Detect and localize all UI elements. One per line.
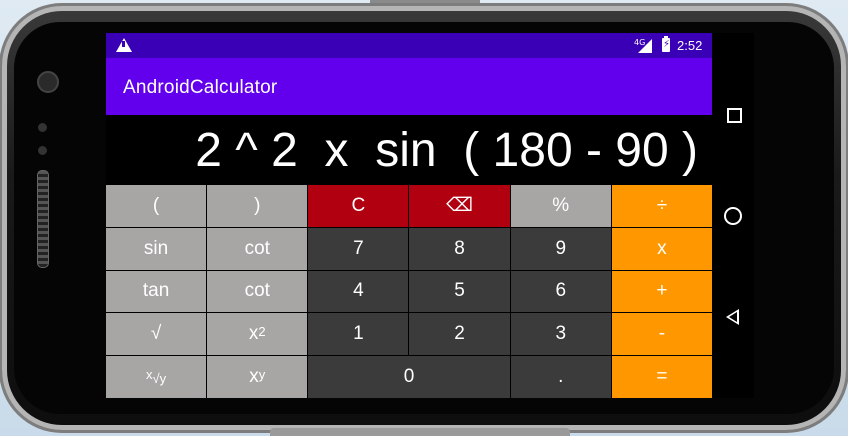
power-key[interactable]: xy bbox=[207, 356, 308, 398]
sqrt-key[interactable]: √ bbox=[106, 313, 207, 356]
multiply-key[interactable]: x bbox=[611, 227, 712, 270]
power-key-exponent: y bbox=[258, 366, 266, 382]
clear-key[interactable]: C bbox=[308, 185, 409, 227]
backspace-key[interactable]: ⌫ bbox=[409, 185, 510, 227]
proximity-sensor bbox=[38, 123, 47, 132]
earpiece-speaker bbox=[37, 170, 49, 268]
device-bottom-edge bbox=[270, 428, 570, 436]
digit-1-key[interactable]: 1 bbox=[308, 313, 409, 356]
decimal-key[interactable]: . bbox=[510, 356, 611, 398]
square-key-base: x bbox=[248, 323, 259, 345]
digit-7-key[interactable]: 7 bbox=[308, 227, 409, 270]
divide-key[interactable]: ÷ bbox=[611, 185, 712, 227]
square-key[interactable]: x2 bbox=[207, 313, 308, 356]
keypad: ( ) C ⌫ % ÷ sin cot 7 8 9 x tan cot 4 5 … bbox=[106, 185, 712, 398]
calculator-display: 2 ^ 2 x sin ( 180 - 90 ) bbox=[106, 115, 712, 185]
digit-3-key[interactable]: 3 bbox=[510, 313, 611, 356]
recents-icon[interactable] bbox=[727, 108, 742, 123]
digit-2-key[interactable]: 2 bbox=[409, 313, 510, 356]
cot-key-2[interactable]: cot bbox=[207, 270, 308, 313]
back-icon[interactable] bbox=[726, 309, 739, 325]
tan-key[interactable]: tan bbox=[106, 270, 207, 313]
front-camera bbox=[37, 71, 59, 93]
expression-text: 2 ^ 2 x sin ( 180 - 90 ) bbox=[195, 124, 698, 177]
digit-9-key[interactable]: 9 bbox=[510, 227, 611, 270]
equals-key[interactable]: = bbox=[611, 356, 712, 398]
digit-0-key[interactable]: 0 bbox=[308, 356, 510, 398]
digit-5-key[interactable]: 5 bbox=[409, 270, 510, 313]
percent-key[interactable]: % bbox=[510, 185, 611, 227]
cot-key[interactable]: cot bbox=[207, 227, 308, 270]
power-key-base: x bbox=[249, 366, 259, 388]
nth-root-sign: √y bbox=[152, 370, 167, 386]
app-bar: AndroidCalculator bbox=[106, 58, 712, 115]
light-sensor bbox=[38, 146, 47, 155]
digit-4-key[interactable]: 4 bbox=[308, 270, 409, 313]
device-screen: 4G ⚡ 2:52 AndroidCalculator 2 ^ 2 x sin … bbox=[106, 33, 754, 398]
plus-key[interactable]: + bbox=[611, 270, 712, 313]
battery-icon: ⚡ bbox=[662, 36, 671, 52]
status-clock: 2:52 bbox=[677, 38, 703, 53]
open-paren-key[interactable]: ( bbox=[106, 185, 207, 227]
sin-key[interactable]: sin bbox=[106, 227, 207, 270]
square-key-exponent: 2 bbox=[258, 323, 266, 339]
digit-8-key[interactable]: 8 bbox=[409, 227, 510, 270]
status-bar: 4G ⚡ 2:52 bbox=[106, 33, 712, 58]
home-icon[interactable] bbox=[724, 207, 742, 225]
warning-icon-mark bbox=[122, 41, 125, 47]
minus-key[interactable]: - bbox=[611, 313, 712, 356]
navigation-bar bbox=[712, 33, 754, 398]
nth-root-key[interactable]: x √y bbox=[106, 356, 207, 398]
app-title: AndroidCalculator bbox=[123, 77, 278, 98]
signal-icon bbox=[638, 39, 652, 53]
digit-6-key[interactable]: 6 bbox=[510, 270, 611, 313]
close-paren-key[interactable]: ) bbox=[207, 185, 308, 227]
